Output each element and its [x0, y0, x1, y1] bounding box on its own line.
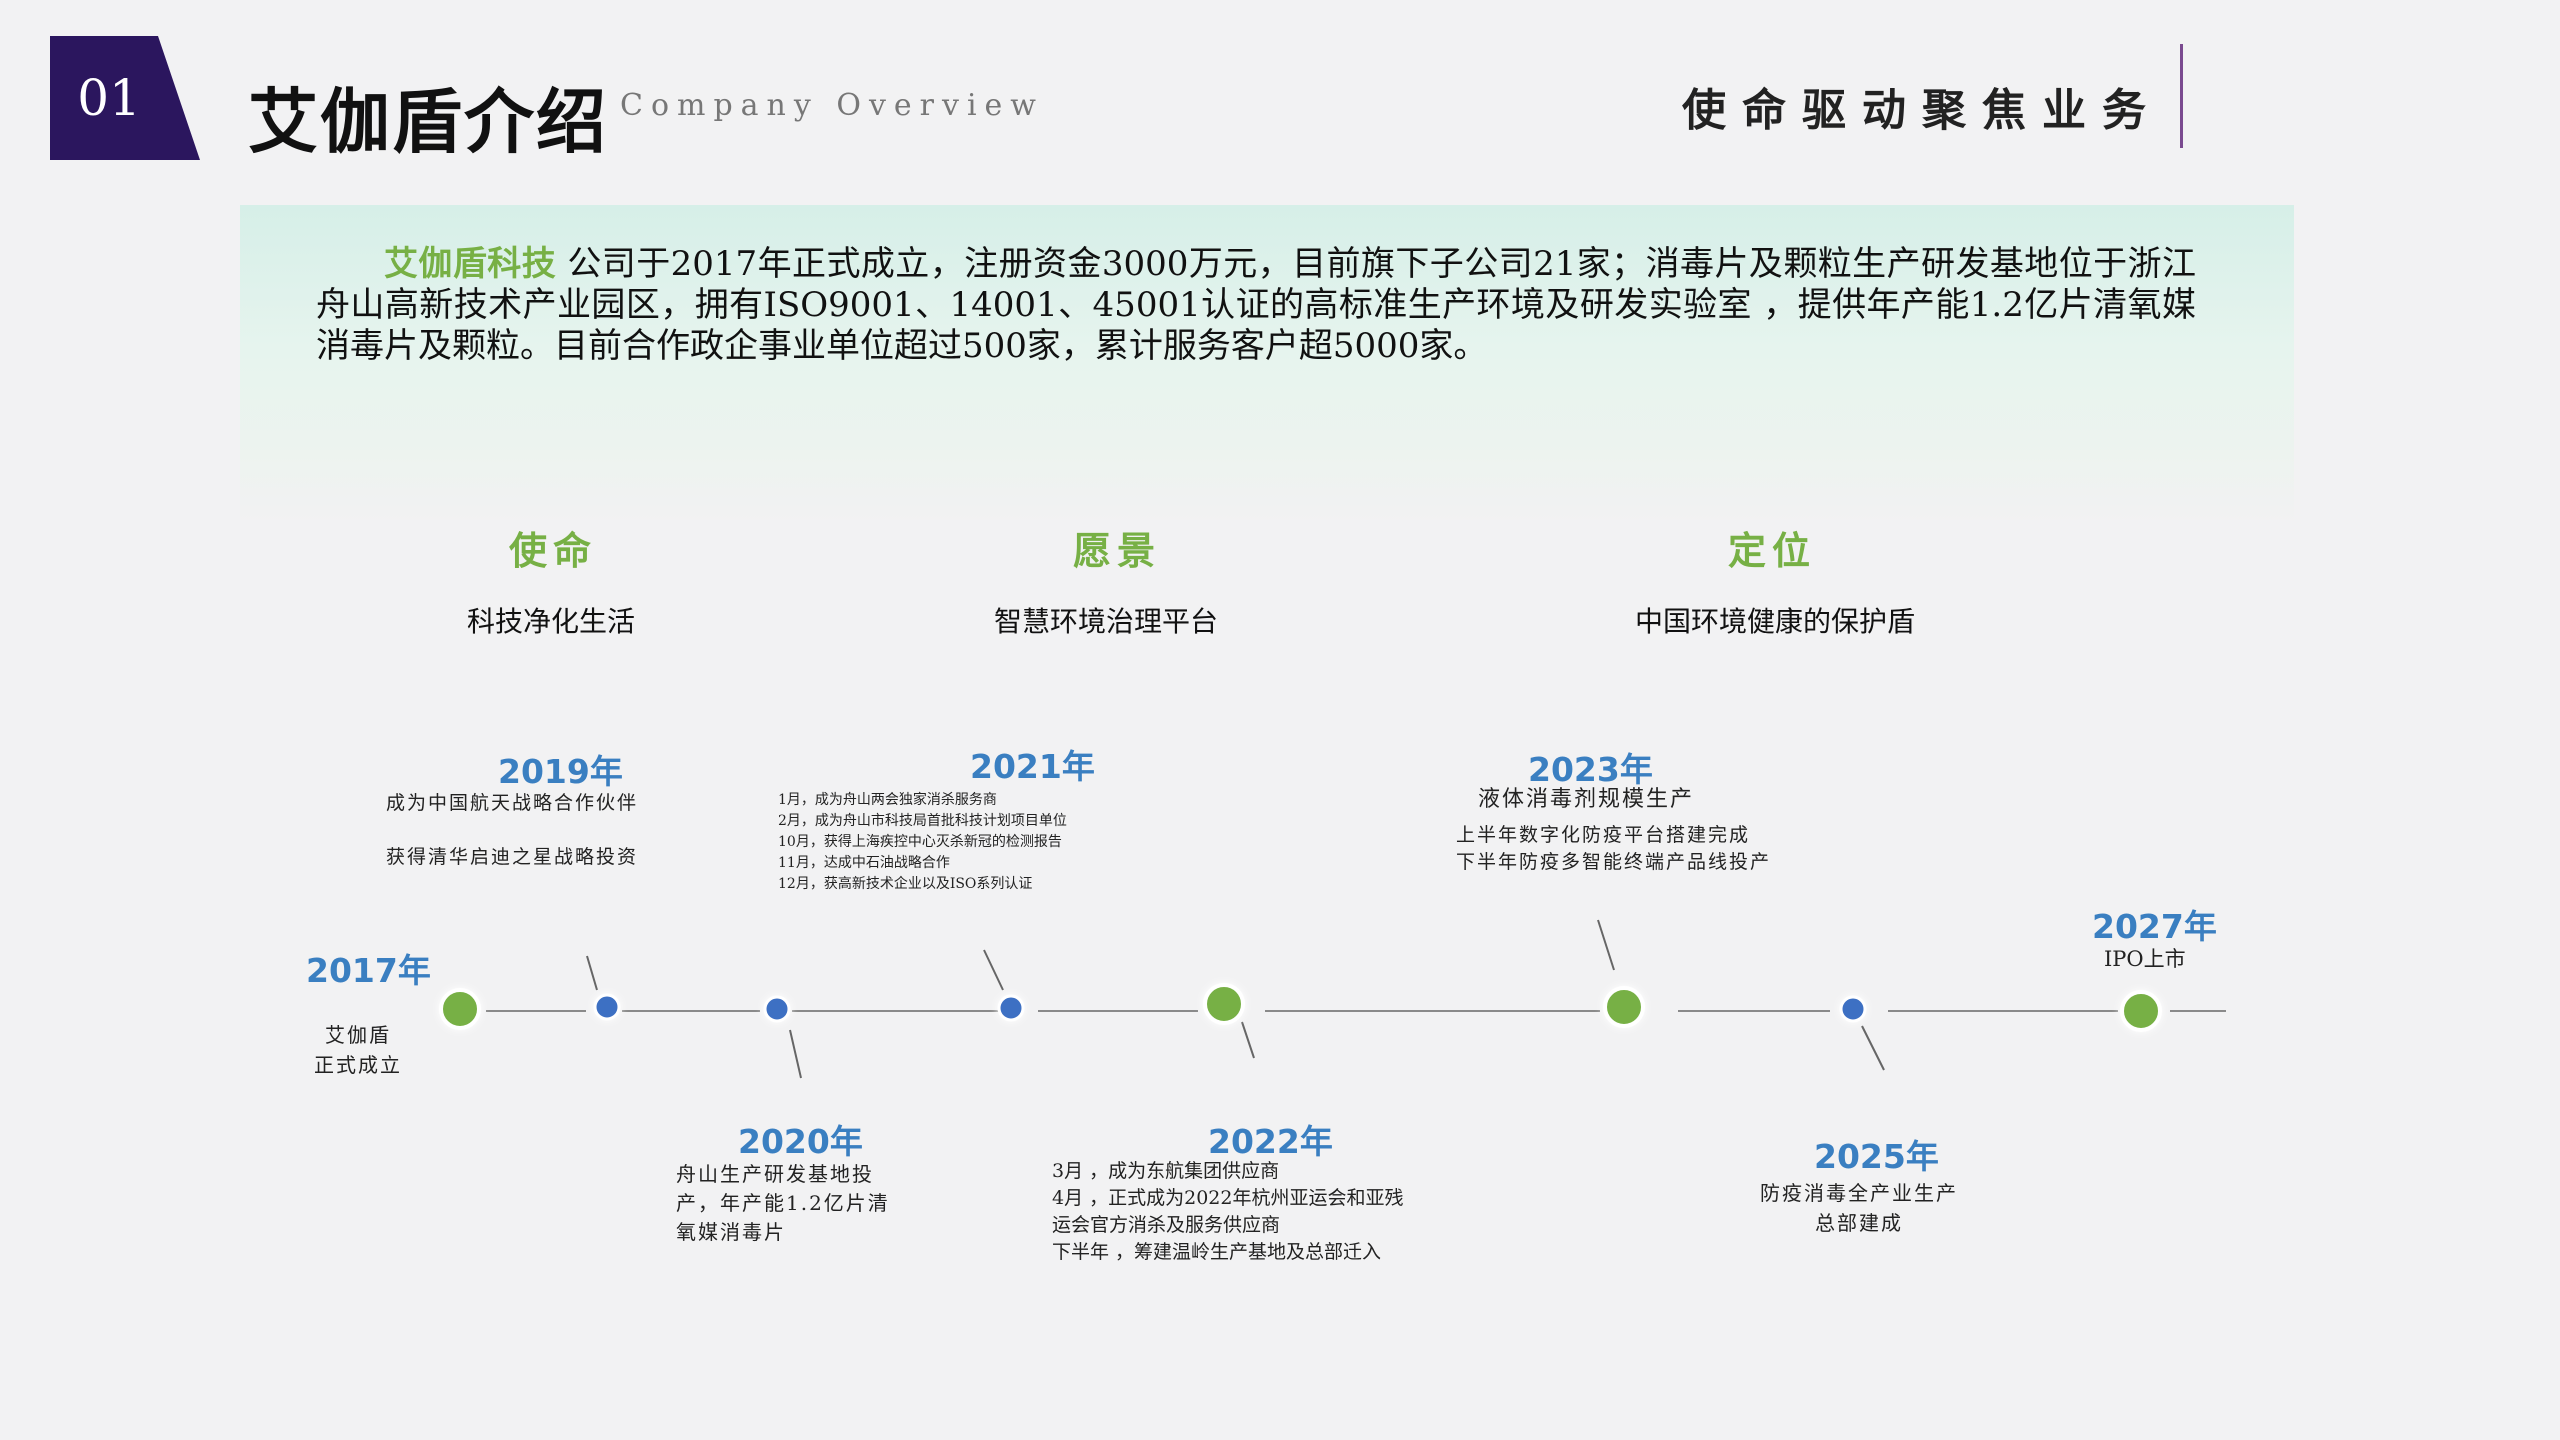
note-2017: 艾伽盾 正式成立 — [314, 1023, 402, 1077]
year-2019: 2019年 — [498, 752, 623, 791]
note-2019: 成为中国航天战略合作伙伴 获得清华启迪之星战略投资 — [386, 792, 639, 868]
node-2021 — [997, 994, 1025, 1022]
node-2022 — [1203, 983, 1245, 1025]
year-2025: 2025年 — [1814, 1137, 1939, 1176]
year-2023: 2023年 — [1528, 750, 1653, 789]
node-2017 — [439, 988, 481, 1030]
note-2020: 舟山生产研发基地投 产，年产能1.2亿片清 氧媒消毒片 — [676, 1162, 890, 1244]
year-2021: 2021年 — [970, 747, 1095, 786]
node-2027 — [2120, 990, 2162, 1032]
node-2023 — [1603, 986, 1645, 1028]
note-2021: 1月，成为舟山两会独家消杀服务商 2月，成为舟山市科技局首批科技计划项目单位 1… — [778, 792, 1067, 892]
year-2027: 2027年 — [2092, 907, 2217, 946]
year-2020: 2020年 — [738, 1122, 863, 1161]
year-2022: 2022年 — [1208, 1122, 1333, 1161]
node-2025 — [1839, 995, 1867, 1023]
note-2023: 上半年数字化防疫平台搭建完成 下半年防疫多智能终端产品线投产 — [1456, 824, 1772, 873]
year-2017: 2017年 — [306, 951, 431, 990]
timeline-nodes — [439, 983, 2162, 1032]
note-2025: 防疫消毒全产业生产 总部建成 — [1760, 1181, 1958, 1235]
note-2023-title: 液体消毒剂规模生产 — [1478, 787, 1695, 812]
note-2022: 3月 ，成为东航集团供应商 4月 ，正式成为2022年杭州亚运会和亚残 运会官方… — [1052, 1160, 1404, 1263]
note-2027: IPO上市 — [2104, 947, 2186, 971]
node-2020 — [763, 995, 791, 1023]
node-2019 — [593, 993, 621, 1021]
